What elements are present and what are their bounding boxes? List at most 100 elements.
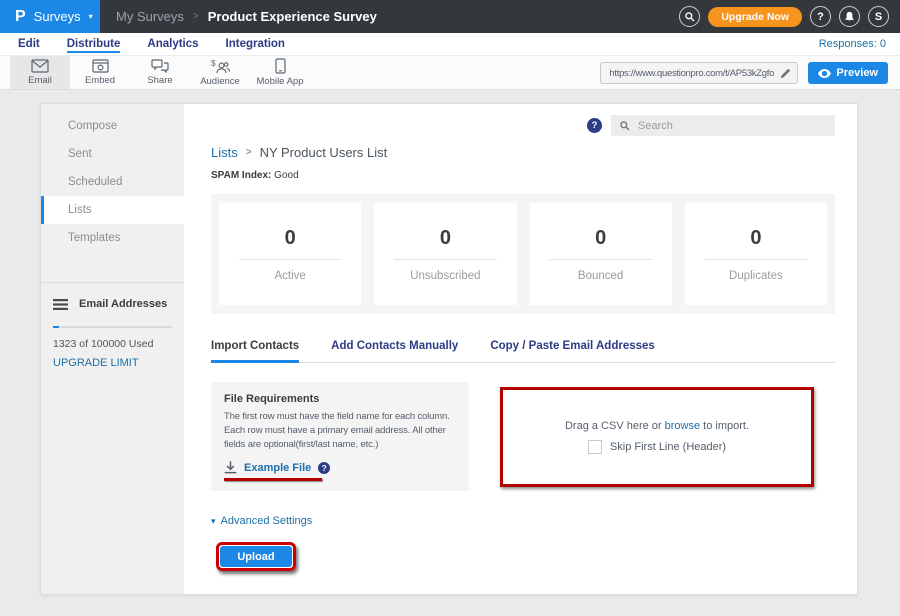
stat-divider — [705, 259, 807, 260]
account-avatar[interactable]: S — [868, 6, 889, 27]
csv-dropzone[interactable]: Drag a CSV here or browse to import. Ski… — [500, 387, 814, 487]
sidebar-item-lists[interactable]: Lists — [41, 196, 184, 224]
channel-email[interactable]: Email — [10, 56, 70, 89]
phone-icon — [275, 58, 286, 74]
example-file-help-badge[interactable]: ? — [318, 462, 330, 474]
distribute-toolbar: Email Embed Share $ Audience Mobile App — [0, 55, 900, 90]
annotation-upload-highlight: Upload — [216, 542, 296, 571]
email-distribution-panel: Compose Sent Scheduled Lists Templates E… — [40, 103, 858, 595]
channel-audience[interactable]: $ Audience — [190, 56, 250, 89]
stat-label: Duplicates — [729, 270, 783, 282]
dropzone-text-after: to import. — [703, 420, 749, 432]
upgrade-now-button[interactable]: Upgrade Now — [708, 7, 802, 27]
nav-item-analytics[interactable]: Analytics — [147, 36, 198, 53]
annotation-example-file-underline — [224, 478, 322, 481]
search-icon — [684, 11, 695, 22]
nav-item-distribute[interactable]: Distribute — [67, 36, 121, 53]
breadcrumb-lists-link[interactable]: Lists — [211, 145, 238, 160]
sidebar-item-sent[interactable]: Sent — [41, 140, 184, 168]
stat-label: Active — [274, 270, 305, 282]
sidebar-item-compose[interactable]: Compose — [41, 112, 184, 140]
skip-first-line-row: Skip First Line (Header) — [588, 440, 726, 454]
skip-first-line-checkbox[interactable] — [588, 440, 602, 454]
stat-value: 0 — [595, 227, 606, 250]
tab-add-contacts-manually[interactable]: Add Contacts Manually — [331, 340, 458, 363]
search-button[interactable] — [679, 6, 700, 27]
list-name: NY Product Users List — [260, 145, 388, 160]
file-requirements-title: File Requirements — [224, 393, 456, 405]
surveys-product-menu[interactable]: P Surveys ▾ — [0, 0, 100, 33]
channel-label: Audience — [200, 76, 240, 87]
dropzone-text-before: Drag a CSV here or — [565, 420, 662, 432]
contacts-tabs: Import Contacts Add Contacts Manually Co… — [211, 340, 835, 363]
search-icon — [619, 120, 630, 131]
channel-mobile-app[interactable]: Mobile App — [250, 56, 310, 89]
spam-index-value: Good — [274, 170, 298, 181]
avatar-letter: S — [875, 11, 882, 23]
spam-index: SPAM Index: Good — [211, 170, 835, 181]
email-addresses-header: Email Addresses — [53, 298, 172, 310]
caret-down-icon: ▾ — [211, 516, 216, 527]
bell-icon — [844, 11, 855, 23]
breadcrumb-separator: > — [246, 147, 252, 158]
channel-label: Embed — [85, 75, 115, 86]
breadcrumb: My Surveys > Product Experience Survey — [116, 0, 377, 33]
search-row: ? — [211, 115, 835, 136]
survey-nav: Edit Distribute Analytics Integration Re… — [0, 33, 900, 55]
advanced-settings-toggle[interactable]: ▾ Advanced Settings — [211, 515, 835, 527]
upload-button[interactable]: Upload — [220, 546, 292, 567]
breadcrumb-my-surveys[interactable]: My Surveys — [116, 9, 184, 24]
usage-progress-fill — [53, 326, 59, 328]
nav-item-integration[interactable]: Integration — [226, 36, 285, 53]
stat-label: Unsubscribed — [410, 270, 480, 282]
notifications-button[interactable] — [839, 6, 860, 27]
tab-copy-paste-email-addresses[interactable]: Copy / Paste Email Addresses — [490, 340, 654, 363]
stat-value: 0 — [285, 227, 296, 250]
survey-url-input[interactable] — [607, 67, 776, 80]
channel-label: Mobile App — [256, 76, 303, 87]
channel-embed[interactable]: Embed — [70, 56, 130, 89]
question-icon: ? — [592, 120, 598, 131]
pencil-icon[interactable] — [780, 68, 791, 79]
nav-item-edit[interactable]: Edit — [18, 36, 40, 53]
sidebar-item-scheduled[interactable]: Scheduled — [41, 168, 184, 196]
usage-progress-bar — [53, 326, 172, 328]
search-input[interactable] — [636, 119, 827, 133]
upgrade-limit-link[interactable]: UPGRADE LIMIT — [53, 357, 172, 369]
tab-import-contacts[interactable]: Import Contacts — [211, 340, 299, 363]
spam-index-label: SPAM Index: — [211, 170, 271, 181]
browse-link[interactable]: browse — [665, 420, 700, 432]
stat-card-bounced: 0 Bounced — [530, 203, 672, 305]
list-stats: 0 Active 0 Unsubscribed 0 Bounced 0 — [211, 194, 835, 314]
channel-share[interactable]: Share — [130, 56, 190, 89]
toolbar-right: Preview — [600, 62, 888, 84]
stat-divider — [549, 259, 651, 260]
top-bar: P Surveys ▾ My Surveys > Product Experie… — [0, 0, 900, 33]
stat-card-unsubscribed: 0 Unsubscribed — [374, 203, 516, 305]
help-badge[interactable]: ? — [587, 118, 602, 133]
embed-window-icon — [92, 59, 109, 73]
responses-count-link[interactable]: Responses: 0 — [819, 38, 886, 50]
email-sidebar: Compose Sent Scheduled Lists Templates E… — [41, 104, 184, 594]
preview-button[interactable]: Preview — [808, 62, 888, 84]
sidebar-item-templates[interactable]: Templates — [41, 224, 184, 252]
example-file-link[interactable]: Example File — [244, 462, 311, 474]
file-requirements-box: File Requirements The first row must hav… — [211, 382, 469, 491]
email-addresses-title: Email Addresses — [79, 298, 167, 310]
list-icon — [53, 299, 68, 310]
stat-value: 0 — [750, 227, 761, 250]
audience-people-icon: $ — [211, 59, 230, 74]
skip-first-line-label: Skip First Line (Header) — [610, 441, 726, 453]
channel-label: Email — [28, 75, 52, 86]
download-icon — [224, 461, 237, 474]
example-file-row: Example File ? — [224, 461, 456, 474]
stat-card-active: 0 Active — [219, 203, 361, 305]
chat-bubbles-icon — [151, 59, 169, 73]
stat-divider — [239, 259, 341, 260]
page-title: Product Experience Survey — [208, 9, 377, 24]
usage-text: 1323 of 100000 Used — [53, 338, 172, 350]
help-button[interactable]: ? — [810, 6, 831, 27]
stat-value: 0 — [440, 227, 451, 250]
page-background: Compose Sent Scheduled Lists Templates E… — [0, 91, 900, 616]
envelope-icon — [31, 59, 49, 73]
